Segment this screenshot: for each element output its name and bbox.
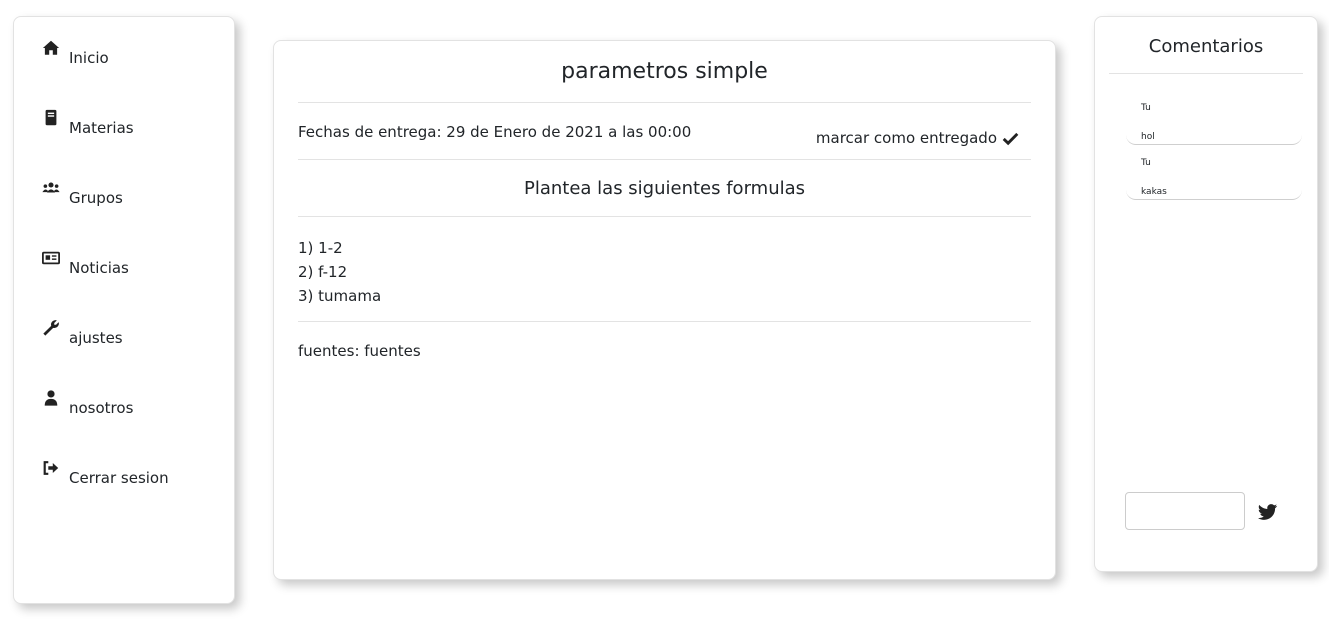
comment-author: Tu [1141, 158, 1151, 168]
users-icon [42, 182, 60, 193]
sign-out-icon [43, 461, 59, 475]
sidebar-item-label: Materias [69, 119, 134, 137]
comments-panel: Comentarios Tu hol Tu kakas [1094, 16, 1318, 572]
mark-done-button[interactable]: marcar como entregado [816, 129, 1019, 147]
sidebar-item-grupos[interactable]: Grupos [42, 177, 123, 207]
list-item: 1) 1-2 [298, 239, 343, 257]
comment-item: Tu hol [1126, 101, 1302, 145]
sidebar-item-label: Noticias [69, 259, 129, 277]
comment-text: hol [1141, 132, 1155, 142]
book-icon [45, 109, 57, 126]
sidebar-item-nosotros[interactable]: nosotros [42, 387, 133, 417]
due-date: Fechas de entrega: 29 de Enero de 2021 a… [298, 123, 692, 141]
mark-done-label: marcar como entregado [815, 129, 997, 147]
sidebar-item-materias[interactable]: Materias [42, 107, 134, 137]
sidebar-item-inicio[interactable]: Inicio [42, 37, 109, 67]
comment-text: kakas [1141, 187, 1167, 197]
comment-input[interactable] [1125, 492, 1245, 530]
comments-title: Comentarios [1148, 36, 1264, 57]
sidebar-item-label: Inicio [69, 49, 109, 67]
sidebar-item-ajustes[interactable]: ajustes [42, 317, 123, 347]
check-icon [1002, 132, 1019, 145]
task-card: parametros simple Fechas de entrega: 29 … [273, 40, 1056, 580]
sidebar-item-label: Cerrar sesion [69, 469, 169, 487]
divider [1109, 73, 1303, 74]
user-icon [44, 390, 58, 406]
formula-list: 1) 1-2 2) f-12 3) tumama [298, 236, 381, 308]
divider [298, 321, 1031, 322]
sidebar-nav: Inicio Materias Grupos Noticias ajustes … [13, 16, 235, 604]
sources-text: fuentes: fuentes [298, 342, 421, 360]
comment-author: Tu [1141, 103, 1151, 113]
sidebar-item-label: ajustes [69, 329, 123, 347]
sidebar-item-cerrar-sesion[interactable]: Cerrar sesion [42, 457, 169, 487]
sidebar-item-label: Grupos [69, 189, 123, 207]
task-title: parametros simple [561, 59, 768, 84]
twitter-bird-icon[interactable] [1258, 503, 1278, 521]
sidebar-item-noticias[interactable]: Noticias [42, 247, 129, 277]
divider [298, 159, 1031, 160]
divider [298, 102, 1031, 103]
comment-item: Tu kakas [1126, 156, 1302, 200]
task-subtitle: Plantea las siguientes formulas [523, 178, 806, 199]
divider [298, 216, 1031, 217]
wrench-icon [43, 320, 59, 336]
sidebar-item-label: nosotros [69, 399, 134, 417]
newspaper-icon [42, 251, 60, 265]
list-item: 2) f-12 [298, 263, 348, 281]
home-icon [42, 40, 60, 55]
list-item: 3) tumama [298, 287, 382, 305]
